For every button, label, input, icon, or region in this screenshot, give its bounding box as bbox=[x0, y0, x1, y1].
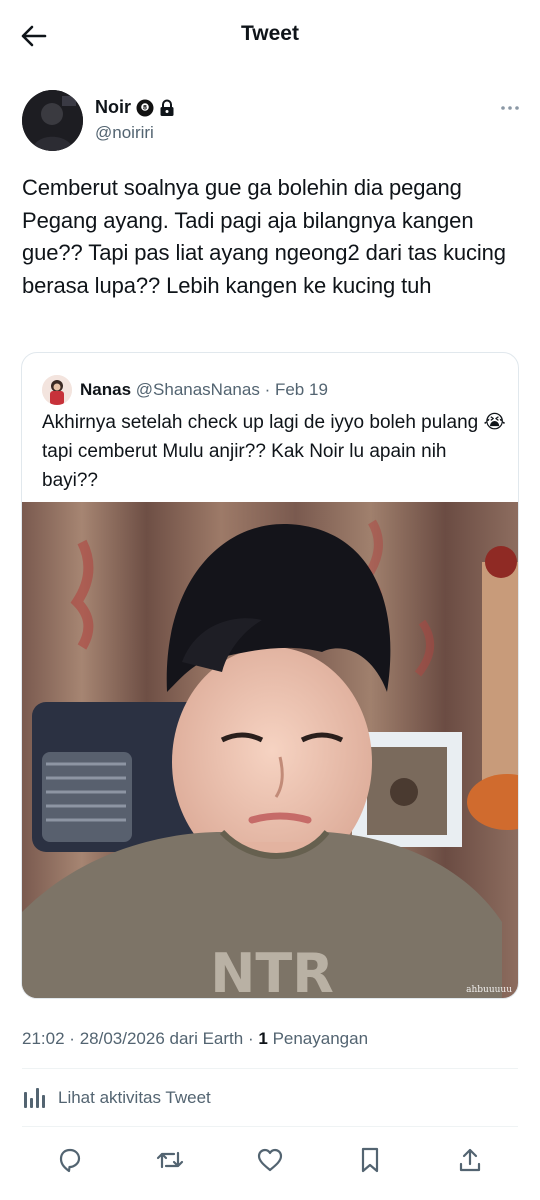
views-label: Penayangan bbox=[272, 1029, 369, 1048]
tweet-author: Noir 8 @noiriri bbox=[22, 90, 522, 152]
quote-separator: · bbox=[264, 380, 271, 399]
tweet-date[interactable]: 28/03/2026 bbox=[80, 1029, 165, 1048]
quote-header: Nanas @ShanasNanas · Feb 19 bbox=[80, 380, 328, 400]
crying-face-emoji: 😭 bbox=[483, 412, 506, 433]
like-button[interactable] bbox=[254, 1144, 286, 1176]
tweet-text: Cemberut soalnya gue ga bolehin dia pega… bbox=[22, 175, 506, 298]
view-activity-link[interactable]: Lihat aktivitas Tweet bbox=[22, 1085, 211, 1111]
author-avatar[interactable] bbox=[22, 90, 83, 151]
author-name-row[interactable]: Noir 8 bbox=[95, 97, 175, 118]
view-activity-label: Lihat aktivitas Tweet bbox=[58, 1088, 211, 1107]
like-icon bbox=[257, 1148, 283, 1172]
views-count: 1 bbox=[258, 1029, 268, 1048]
retweet-button[interactable] bbox=[154, 1144, 186, 1176]
quote-date: Feb 19 bbox=[274, 380, 328, 399]
more-icon bbox=[501, 106, 519, 110]
author-name[interactable]: Noir bbox=[95, 97, 131, 118]
top-bar: Tweet bbox=[0, 0, 540, 70]
action-bar bbox=[0, 1138, 540, 1182]
quoted-tweet[interactable]: Nanas @ShanasNanas · Feb 19 Akhirnya set… bbox=[21, 352, 519, 999]
tweet-timestamp-row: 21:02 · 28/03/2026 dari Earth · 1 Penaya… bbox=[22, 1029, 368, 1049]
bookmark-button[interactable] bbox=[354, 1144, 386, 1176]
divider-top bbox=[22, 1068, 518, 1069]
reply-icon bbox=[59, 1148, 81, 1173]
svg-text:8: 8 bbox=[143, 104, 147, 111]
retweet-icon bbox=[156, 1151, 184, 1169]
quote-author-handle: @ShanasNanas bbox=[135, 380, 260, 399]
reply-button[interactable] bbox=[54, 1144, 86, 1176]
tweet-time[interactable]: 21:02 bbox=[22, 1029, 65, 1048]
quote-text-part1: Akhirnya setelah check up lagi de iyyo b… bbox=[42, 412, 479, 433]
author-handle: @noiriri bbox=[95, 123, 154, 142]
divider-bottom bbox=[22, 1126, 518, 1127]
share-icon bbox=[459, 1148, 481, 1172]
quote-avatar[interactable] bbox=[42, 375, 72, 405]
svg-text:NTR: NTR bbox=[210, 942, 334, 999]
more-options-button[interactable] bbox=[498, 98, 522, 118]
quote-text: Akhirnya setelah check up lagi de iyyo b… bbox=[42, 408, 507, 495]
analytics-icon bbox=[24, 1088, 45, 1108]
bookmark-icon bbox=[361, 1147, 379, 1173]
share-button[interactable] bbox=[454, 1144, 486, 1176]
image-watermark: ahbuuuuu bbox=[466, 985, 512, 995]
tweet-source: dari Earth bbox=[169, 1029, 244, 1048]
quote-photo[interactable]: NTR ahbuuuuu bbox=[22, 502, 518, 999]
meta-separator-2: · bbox=[247, 1029, 254, 1048]
meta-separator-1: · bbox=[69, 1029, 75, 1048]
lock-icon bbox=[160, 99, 174, 116]
page-title: Tweet bbox=[241, 22, 299, 45]
quote-text-part2: tapi cemberut Mulu anjir?? Kak Noir lu a… bbox=[42, 441, 447, 491]
8-ball-emoji-icon: 8 bbox=[136, 99, 154, 116]
quote-author-name[interactable]: Nanas bbox=[80, 380, 131, 399]
